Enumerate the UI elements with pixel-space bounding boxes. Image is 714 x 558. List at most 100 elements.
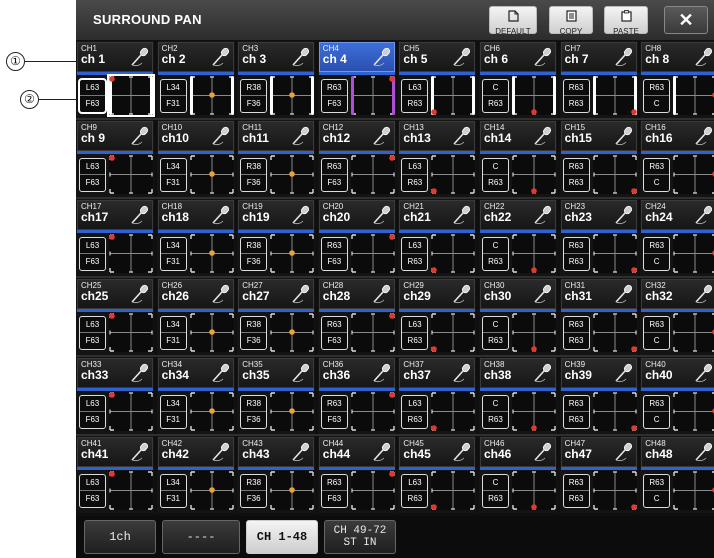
pan-value-box[interactable]: R38 F36 [240, 474, 268, 508]
tab-blank[interactable]: ---- [162, 520, 240, 554]
channel-strip[interactable]: CH33 ch33 L63 F63 [76, 357, 154, 434]
pan-value-box[interactable]: L34 F31 [159, 79, 187, 113]
surround-pan-field[interactable] [108, 312, 154, 353]
channel-header[interactable]: CH14 ch14 [480, 121, 556, 151]
surround-pan-field[interactable] [592, 75, 638, 116]
channel-header[interactable]: CH11 ch11 [238, 121, 315, 151]
surround-pan-field[interactable] [430, 154, 476, 195]
channel-strip[interactable]: CH17 ch17 L63 F63 [76, 199, 154, 276]
channel-strip[interactable]: CH35 ch35 R38 F36 [237, 357, 316, 434]
channel-strip[interactable]: CH32 ch32 R63 C [640, 278, 714, 355]
channel-strip[interactable]: CH34 ch34 L34 F31 [156, 357, 235, 434]
channel-header[interactable]: CH28 ch28 [318, 279, 395, 309]
channel-header[interactable]: CH42 ch42 [157, 437, 234, 467]
channel-strip[interactable]: CH8 ch 8 R63 C [640, 41, 714, 118]
pan-value-box[interactable]: L63 R63 [401, 79, 429, 113]
channel-strip[interactable]: CH25 ch25 L63 F63 [76, 278, 154, 355]
channel-header[interactable]: CH44 ch44 [318, 437, 395, 467]
channel-header[interactable]: CH46 ch46 [480, 437, 556, 467]
channel-header[interactable]: CH31 ch31 [560, 279, 637, 309]
channel-header[interactable]: CH6 ch 6 [480, 42, 556, 72]
pan-value-box[interactable]: L63 R63 [401, 316, 429, 350]
pan-value-box[interactable]: L63 F63 [79, 395, 106, 429]
channel-header[interactable]: CH40 ch40 [641, 358, 714, 388]
channel-header[interactable]: CH39 ch39 [560, 358, 637, 388]
surround-pan-field[interactable] [511, 233, 557, 274]
channel-header[interactable]: CH30 ch30 [480, 279, 556, 309]
channel-strip[interactable]: CH5 ch 5 L63 R63 [398, 41, 477, 118]
channel-header[interactable]: CH26 ch26 [157, 279, 234, 309]
channel-strip[interactable]: CH6 ch 6 C R63 [479, 41, 557, 118]
channel-strip[interactable]: CH38 ch38 C R63 [479, 357, 557, 434]
default-button[interactable]: DEFAULT [489, 6, 537, 36]
surround-pan-field[interactable] [511, 391, 557, 432]
channel-strip[interactable]: CH43 ch43 R38 F36 [237, 436, 316, 513]
channel-header[interactable]: CH48 ch48 [641, 437, 714, 467]
channel-header[interactable]: CH32 ch32 [641, 279, 714, 309]
surround-pan-field[interactable] [108, 154, 154, 195]
pan-value-box[interactable]: L63 F63 [79, 316, 106, 350]
channel-strip[interactable]: CH23 ch23 R63 R63 [559, 199, 638, 276]
pan-value-box[interactable]: R63 R63 [562, 316, 590, 350]
channel-strip[interactable]: CH44 ch44 R63 F63 [317, 436, 396, 513]
tab-1ch[interactable]: 1ch [84, 520, 156, 554]
pan-value-box[interactable]: R63 C [643, 474, 671, 508]
surround-pan-field[interactable] [511, 470, 557, 511]
pan-value-box[interactable]: L63 F63 [79, 158, 106, 192]
channel-header[interactable]: CH17 ch17 [77, 200, 153, 230]
channel-strip[interactable]: CH3 ch 3 R38 F36 [237, 41, 316, 118]
surround-pan-field[interactable] [350, 470, 396, 511]
surround-pan-field[interactable] [269, 154, 315, 195]
channel-strip[interactable]: CH7 ch 7 R63 R63 [559, 41, 638, 118]
surround-pan-field[interactable] [108, 391, 154, 432]
channel-header[interactable]: CH22 ch22 [480, 200, 556, 230]
channel-strip[interactable]: CH36 ch36 R63 F63 [317, 357, 396, 434]
surround-pan-field[interactable] [189, 154, 235, 195]
channel-header[interactable]: CH41 ch41 [77, 437, 153, 467]
channel-header[interactable]: CH37 ch37 [399, 358, 476, 388]
pan-value-box[interactable]: L34 F31 [159, 395, 187, 429]
pan-value-box[interactable]: L63 F63 [79, 237, 106, 271]
pan-value-box[interactable]: R63 R63 [562, 474, 590, 508]
surround-pan-field[interactable] [430, 470, 476, 511]
pan-value-box[interactable]: R63 F63 [320, 316, 348, 350]
pan-value-box[interactable]: C R63 [482, 158, 509, 192]
surround-pan-field[interactable] [189, 233, 235, 274]
channel-strip[interactable]: CH16 ch16 R63 C [640, 120, 714, 197]
channel-strip[interactable]: CH29 ch29 L63 R63 [398, 278, 477, 355]
channel-header[interactable]: CH23 ch23 [560, 200, 637, 230]
channel-strip[interactable]: CH46 ch46 C R63 [479, 436, 557, 513]
channel-header[interactable]: CH8 ch 8 [641, 42, 714, 72]
pan-value-box[interactable]: L34 F31 [159, 316, 187, 350]
pan-value-box[interactable]: R38 F36 [240, 395, 268, 429]
channel-strip[interactable]: CH20 ch20 R63 F63 [317, 199, 396, 276]
channel-strip[interactable]: CH14 ch14 C R63 [479, 120, 557, 197]
tab-ch-49-72-st-in[interactable]: CH 49-72 ST IN [324, 520, 396, 554]
pan-value-box[interactable]: L63 R63 [401, 474, 429, 508]
channel-header[interactable]: CH1 ch 1 [77, 42, 153, 72]
surround-pan-field[interactable] [672, 154, 714, 195]
channel-strip[interactable]: CH1 ch 1 L63 F63 [76, 41, 155, 118]
surround-pan-field[interactable] [108, 470, 154, 511]
channel-strip[interactable]: CH10 ch10 L34 F31 [156, 120, 235, 197]
channel-header[interactable]: CH5 ch 5 [399, 42, 476, 72]
surround-pan-field[interactable] [269, 75, 315, 116]
pan-value-box[interactable]: R63 F63 [320, 237, 348, 271]
surround-pan-field[interactable] [269, 233, 315, 274]
surround-pan-field[interactable] [592, 154, 638, 195]
tab-ch-1-48[interactable]: CH 1-48 [246, 520, 318, 554]
channel-strip[interactable]: CH42 ch42 L34 F31 [156, 436, 235, 513]
surround-pan-field[interactable] [189, 312, 235, 353]
channel-header[interactable]: CH20 ch20 [318, 200, 395, 230]
channel-strip[interactable]: CH41 ch41 L63 F63 [76, 436, 154, 513]
pan-value-box[interactable]: C R63 [482, 395, 509, 429]
channel-header[interactable]: CH3 ch 3 [238, 42, 315, 72]
pan-value-box[interactable]: R63 R63 [562, 158, 590, 192]
surround-pan-field[interactable] [350, 312, 396, 353]
channel-header[interactable]: CH2 ch 2 [157, 42, 234, 72]
surround-pan-field[interactable] [511, 154, 557, 195]
pan-value-box[interactable]: L63 R63 [401, 158, 429, 192]
channel-header[interactable]: CH16 ch16 [641, 121, 714, 151]
pan-value-box[interactable]: R63 R63 [562, 237, 590, 271]
pan-value-box[interactable]: R63 F63 [320, 474, 348, 508]
